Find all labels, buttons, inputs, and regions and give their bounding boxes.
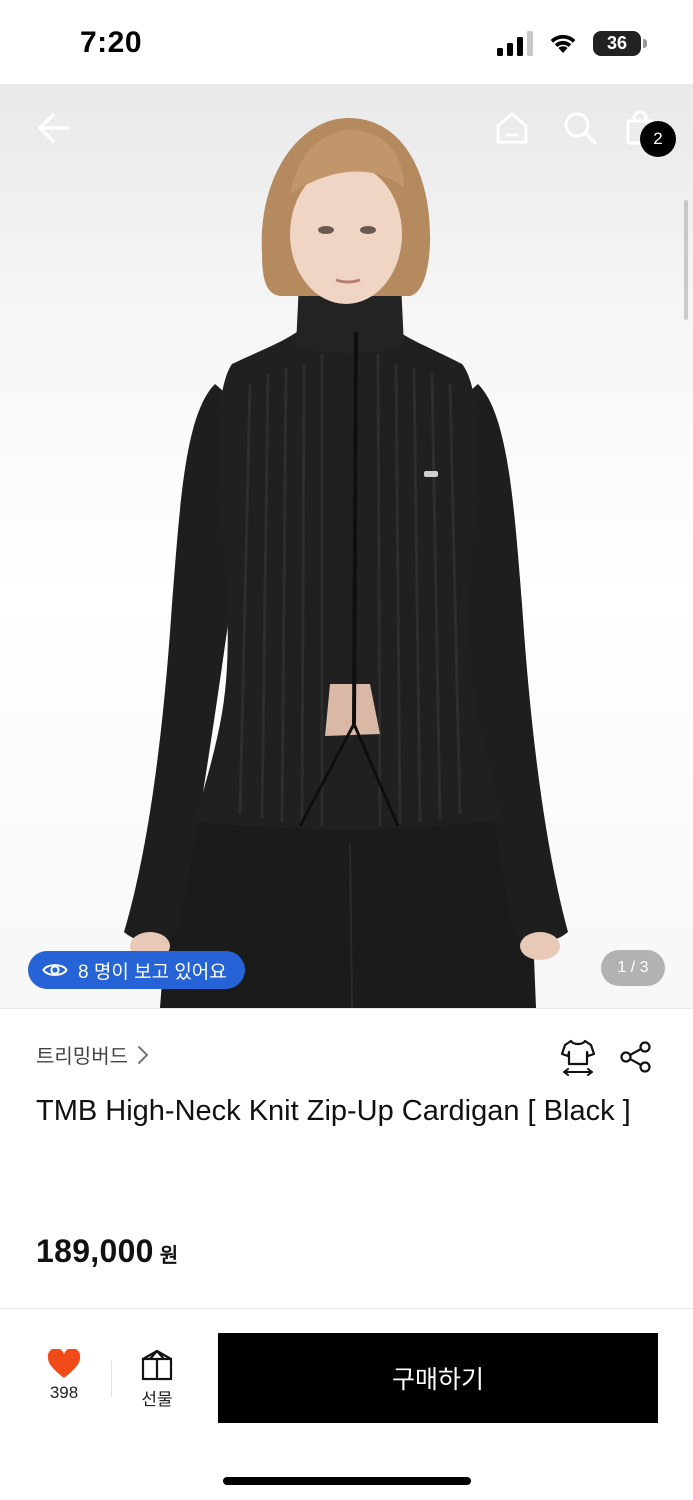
price-value: 189,000: [36, 1233, 154, 1269]
live-viewers-badge: 8 명이 보고 있어요: [28, 951, 245, 989]
status-time: 7:20: [80, 26, 143, 59]
bottom-action-bar: 398 선물 구매하기: [0, 1308, 693, 1500]
back-arrow-icon: [38, 113, 70, 143]
chevron-right-icon: [138, 1045, 148, 1064]
price-currency: 원: [159, 1245, 179, 1267]
scrollbar: [684, 200, 688, 320]
status-bar: 7:20 36: [0, 0, 693, 84]
product-title: TMB High-Neck Knit Zip-Up Cardigan [ Bla…: [36, 1095, 631, 1127]
top-navigation: [0, 84, 693, 174]
price: 189,000 원: [36, 1233, 178, 1270]
gift-label: 선물: [141, 1390, 173, 1409]
buy-button[interactable]: 구매하기: [218, 1333, 658, 1423]
cart-count-badge: 2: [640, 121, 676, 157]
product-image-carousel[interactable]: [0, 84, 693, 1008]
battery-level: 36: [593, 30, 641, 56]
share-button[interactable]: [617, 1038, 655, 1076]
battery-icon: 36: [593, 30, 647, 56]
home-button[interactable]: [488, 104, 536, 152]
home-icon: [496, 112, 528, 144]
wifi-icon: [550, 34, 576, 53]
image-page-indicator: 1 / 3: [601, 950, 665, 986]
share-icon: [620, 1041, 651, 1073]
like-button[interactable]: 398: [34, 1349, 94, 1403]
gift-button[interactable]: 선물: [128, 1349, 186, 1410]
search-button[interactable]: [556, 104, 604, 152]
eye-icon: [42, 964, 68, 976]
live-viewers-text: 8 명이 보고 있어요: [78, 961, 227, 983]
brand-link[interactable]: 트리밍버드: [36, 1040, 150, 1069]
separator: [111, 1361, 112, 1397]
product-photo: [124, 117, 568, 1008]
back-button[interactable]: [30, 104, 78, 152]
brand-name: 트리밍버드: [36, 1046, 128, 1068]
gift-icon: [141, 1349, 173, 1381]
home-indicator: [223, 1477, 471, 1485]
search-icon: [564, 112, 597, 145]
status-icons: 36: [497, 30, 647, 56]
size-guide-button[interactable]: [559, 1038, 597, 1076]
like-count: 398: [49, 1383, 79, 1402]
cellular-signal-icon: [497, 30, 533, 56]
divider: [0, 1008, 693, 1009]
product-info-actions: [559, 1038, 655, 1076]
size-guide-icon: [560, 1039, 596, 1076]
heart-icon: [47, 1349, 81, 1378]
